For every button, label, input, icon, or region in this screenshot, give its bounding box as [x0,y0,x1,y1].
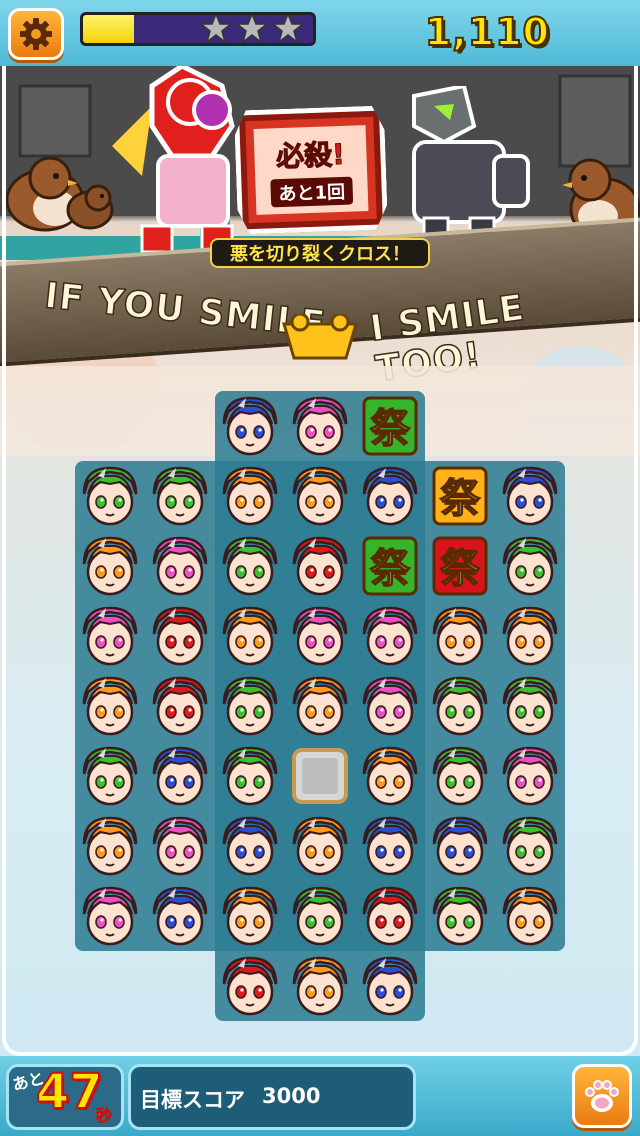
score-value: 1,110 [424,9,550,55]
target-score-value: 3000 [262,1084,321,1108]
star-icon [200,12,232,44]
timer-unit: 秒 [96,1106,113,1126]
star-icon [236,12,268,44]
target-score-label: 目標スコア [140,1088,245,1112]
star-icon [272,12,304,44]
star-rating [200,12,304,44]
gear-icon [20,18,52,50]
paw-icon [585,1080,619,1112]
settings-button[interactable] [8,8,64,60]
timer-value: 47 [35,1063,104,1121]
score-progress-fill [83,15,134,43]
stage-frame [2,66,638,1056]
skill-button[interactable] [572,1064,632,1128]
